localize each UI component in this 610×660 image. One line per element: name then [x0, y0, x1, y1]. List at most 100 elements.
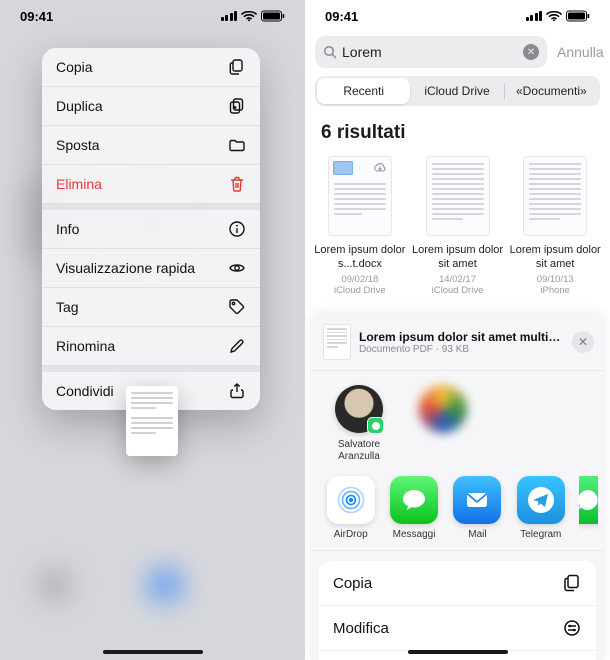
tag-icon	[228, 298, 246, 316]
pencil-icon	[228, 337, 246, 355]
status-time: 09:41	[20, 9, 53, 24]
clear-search-button[interactable]: ✕	[523, 44, 539, 60]
scope-segmented-control: Recenti iCloud Drive «Documenti»	[315, 76, 600, 106]
app-label: Telegram	[520, 529, 561, 540]
home-indicator[interactable]	[408, 650, 508, 654]
slider-icon	[562, 618, 582, 638]
duplicate-icon	[228, 97, 246, 115]
file-item[interactable]: Lorem ipsum dolor sit amet 09/10/13iPhon…	[506, 156, 604, 297]
share-doc-thumb	[323, 324, 351, 360]
file-date: 09/10/13	[537, 274, 574, 285]
share-icon	[228, 382, 246, 400]
share-app-whatsapp[interactable]	[579, 476, 598, 540]
ctx-tag[interactable]: Tag	[42, 288, 260, 327]
search-cancel-button[interactable]: Annulla	[557, 44, 606, 60]
action-copy[interactable]: Copia	[319, 561, 596, 606]
share-actions: Copia Modifica Stampa	[319, 561, 596, 660]
file-location: iCloud Drive	[432, 285, 484, 296]
ctx-label: Elimina	[56, 176, 102, 192]
share-doc-meta: Documento PDF · 93 KB	[359, 344, 564, 355]
file-thumbnail	[328, 156, 392, 236]
file-item[interactable]: Lorem ipsum dolor s...t.docx 09/02/18iCl…	[311, 156, 409, 297]
share-app-mail[interactable]: Mail	[452, 476, 503, 540]
whatsapp-icon	[579, 476, 598, 524]
messages-icon	[390, 476, 438, 524]
file-location: iCloud Drive	[334, 285, 386, 296]
share-apps-row: AirDrop Messaggi Mail Telegram	[311, 472, 604, 551]
search-icon	[323, 45, 337, 59]
context-menu: Copia Duplica Sposta Elimina Info Visual…	[42, 48, 260, 410]
home-indicator[interactable]	[103, 650, 203, 654]
share-contact[interactable]: Salvatore Aranzulla	[327, 385, 391, 462]
app-label: Mail	[468, 529, 486, 540]
file-thumbnail	[523, 156, 587, 236]
ctx-label: Copia	[56, 59, 93, 75]
action-label: Modifica	[333, 620, 389, 637]
file-item[interactable]: Lorem ipsum dolor sit amet 14/02/17iClou…	[409, 156, 507, 297]
ctx-copy[interactable]: Copia	[42, 48, 260, 87]
contact-name: Salvatore Aranzulla	[327, 439, 391, 462]
results-heading: 6 risultati	[321, 122, 405, 144]
ctx-label: Info	[56, 221, 79, 237]
search-input[interactable]	[342, 44, 523, 60]
ctx-duplicate[interactable]: Duplica	[42, 87, 260, 126]
ctx-delete[interactable]: Elimina	[42, 165, 260, 204]
telegram-icon	[517, 476, 565, 524]
status-time: 09:41	[325, 9, 358, 24]
scope-documents[interactable]: «Documenti»	[505, 78, 598, 104]
file-thumbnail	[426, 156, 490, 236]
ctx-label: Condividi	[56, 383, 114, 399]
ctx-label: Rinomina	[56, 338, 115, 354]
ctx-label: Sposta	[56, 137, 100, 153]
ctx-label: Duplica	[56, 98, 103, 114]
app-label: AirDrop	[334, 529, 368, 540]
whatsapp-badge-icon	[367, 417, 384, 434]
wifi-icon	[241, 10, 257, 22]
share-sheet: Lorem ipsum dolor sit amet multipagina D…	[311, 314, 604, 660]
share-app-messages[interactable]: Messaggi	[388, 476, 439, 540]
ctx-rename[interactable]: Rinomina	[42, 327, 260, 366]
ctx-move[interactable]: Sposta	[42, 126, 260, 165]
share-contact-blurred[interactable]	[411, 385, 475, 462]
scope-recents[interactable]: Recenti	[317, 78, 410, 104]
share-contacts-row: Salvatore Aranzulla	[311, 371, 604, 472]
status-bar: 09:41	[0, 0, 305, 32]
file-date: 09/02/18	[341, 274, 378, 285]
screenshot-left: 09:41 Copia Duplica Sposta Elimina	[0, 0, 305, 660]
close-sheet-button[interactable]: ✕	[572, 331, 594, 353]
action-label: Copia	[333, 575, 372, 592]
wifi-icon	[546, 10, 562, 22]
document-preview[interactable]	[126, 386, 178, 456]
share-app-airdrop[interactable]: AirDrop	[325, 476, 376, 540]
ctx-info[interactable]: Info	[42, 204, 260, 249]
file-name: Lorem ipsum dolor sit amet	[412, 244, 504, 272]
search-field[interactable]: ✕	[315, 36, 547, 68]
file-name: Lorem ipsum dolor s...t.docx	[314, 244, 406, 272]
battery-icon	[261, 10, 285, 22]
status-bar: 09:41	[305, 0, 610, 32]
action-edit[interactable]: Modifica	[319, 606, 596, 651]
trash-icon	[228, 175, 246, 193]
cellular-icon	[221, 11, 238, 21]
contact-avatar	[419, 385, 467, 433]
folder-icon	[228, 136, 246, 154]
eye-icon	[228, 259, 246, 277]
file-name: Lorem ipsum dolor sit amet	[509, 244, 601, 272]
cellular-icon	[526, 11, 543, 21]
ctx-label: Tag	[56, 299, 79, 315]
share-doc-title: Lorem ipsum dolor sit amet multipagina	[359, 330, 564, 344]
mail-icon	[453, 476, 501, 524]
app-label: Messaggi	[393, 529, 436, 540]
share-sheet-header: Lorem ipsum dolor sit amet multipagina D…	[311, 314, 604, 371]
cloud-download-icon	[373, 161, 387, 179]
ctx-quicklook[interactable]: Visualizzazione rapida	[42, 249, 260, 288]
contact-avatar	[335, 385, 383, 433]
ctx-label: Visualizzazione rapida	[56, 260, 195, 276]
file-location: iPhone	[540, 285, 570, 296]
copy-icon	[562, 573, 582, 593]
screenshot-right: 09:41 ✕ Annulla Recenti iCloud Drive	[305, 0, 610, 660]
share-app-telegram[interactable]: Telegram	[515, 476, 566, 540]
copy-icon	[228, 58, 246, 76]
file-date: 14/02/17	[439, 274, 476, 285]
scope-icloud[interactable]: iCloud Drive	[410, 78, 503, 104]
